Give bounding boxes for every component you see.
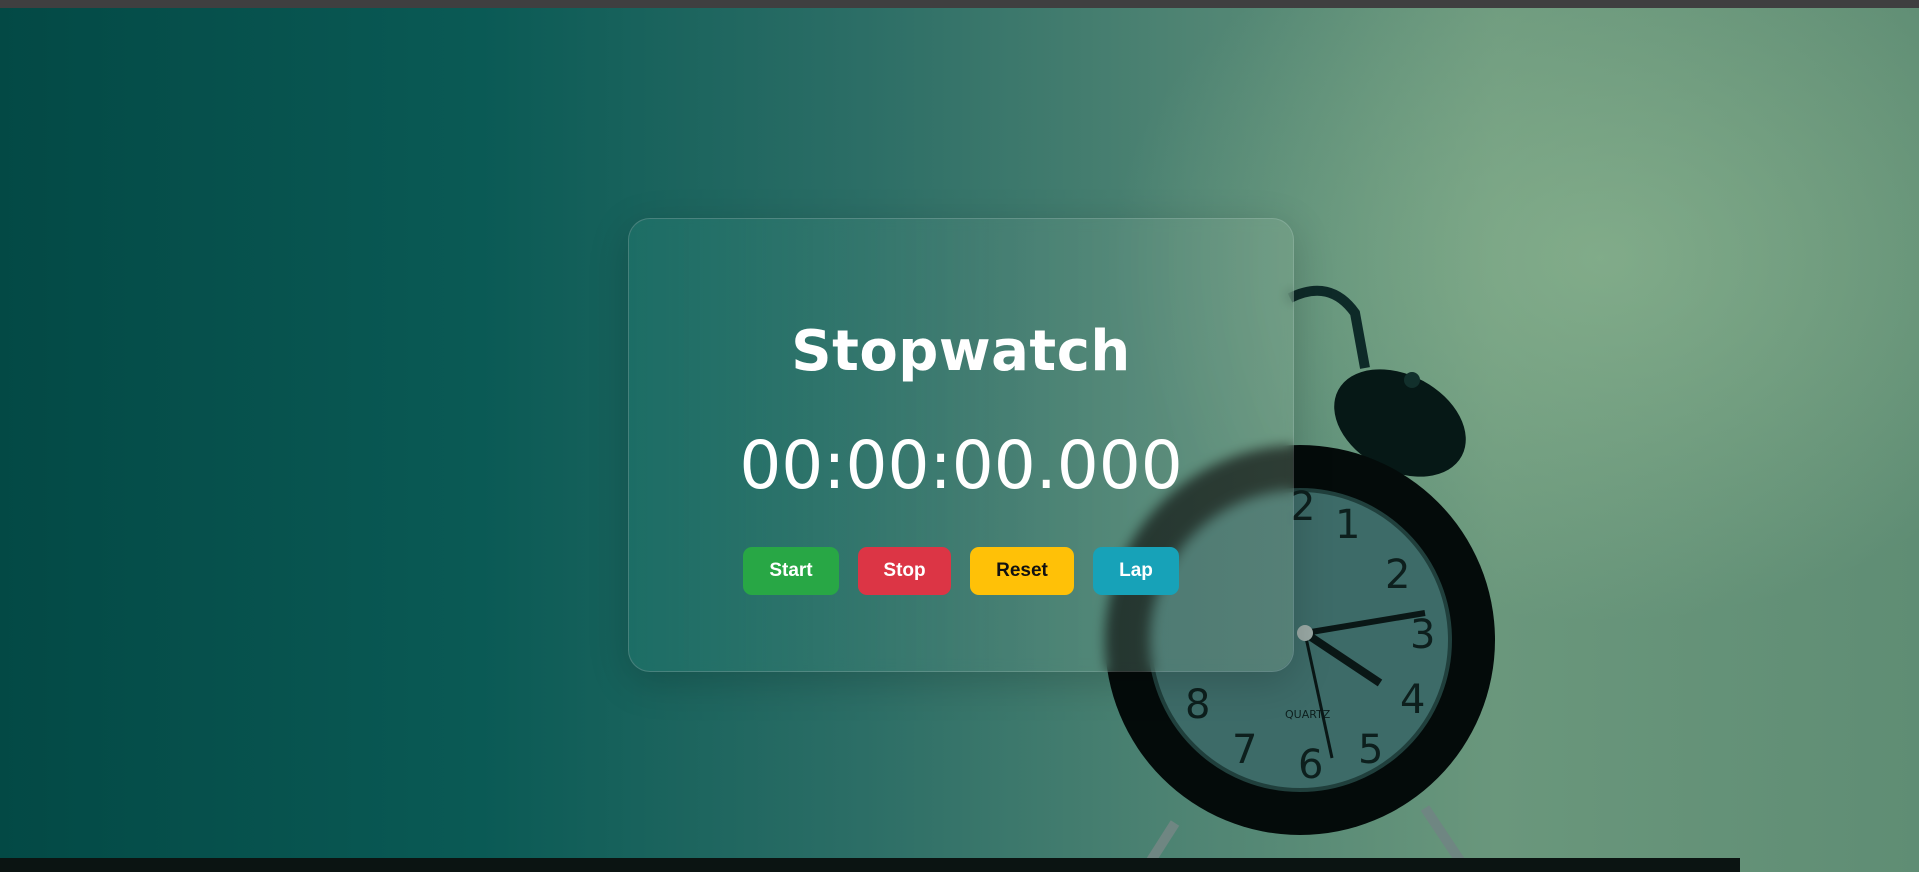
clock-number-2: 2 — [1385, 552, 1410, 598]
clock-number-5: 5 — [1358, 727, 1383, 773]
control-buttons: Start Stop Reset Lap — [629, 547, 1293, 595]
page-title: Stopwatch — [791, 319, 1131, 384]
clock-number-1: 1 — [1335, 502, 1360, 548]
clock-number-6: 6 — [1298, 742, 1323, 788]
stop-button[interactable]: Stop — [858, 547, 951, 595]
clock-number-7: 7 — [1232, 727, 1257, 773]
clock-number-8: 8 — [1185, 682, 1210, 728]
browser-top-bar — [0, 0, 1919, 8]
shelf — [0, 858, 1740, 872]
lap-button[interactable]: Lap — [1093, 547, 1179, 595]
clock-number-4: 4 — [1400, 677, 1425, 723]
time-display: 00:00:00.000 — [739, 427, 1183, 504]
clock-number-3: 3 — [1410, 612, 1435, 658]
start-button[interactable]: Start — [743, 547, 839, 595]
reset-button[interactable]: Reset — [970, 547, 1074, 595]
stopwatch-card: Stopwatch 00:00:00.000 Start Stop Reset … — [628, 218, 1294, 672]
